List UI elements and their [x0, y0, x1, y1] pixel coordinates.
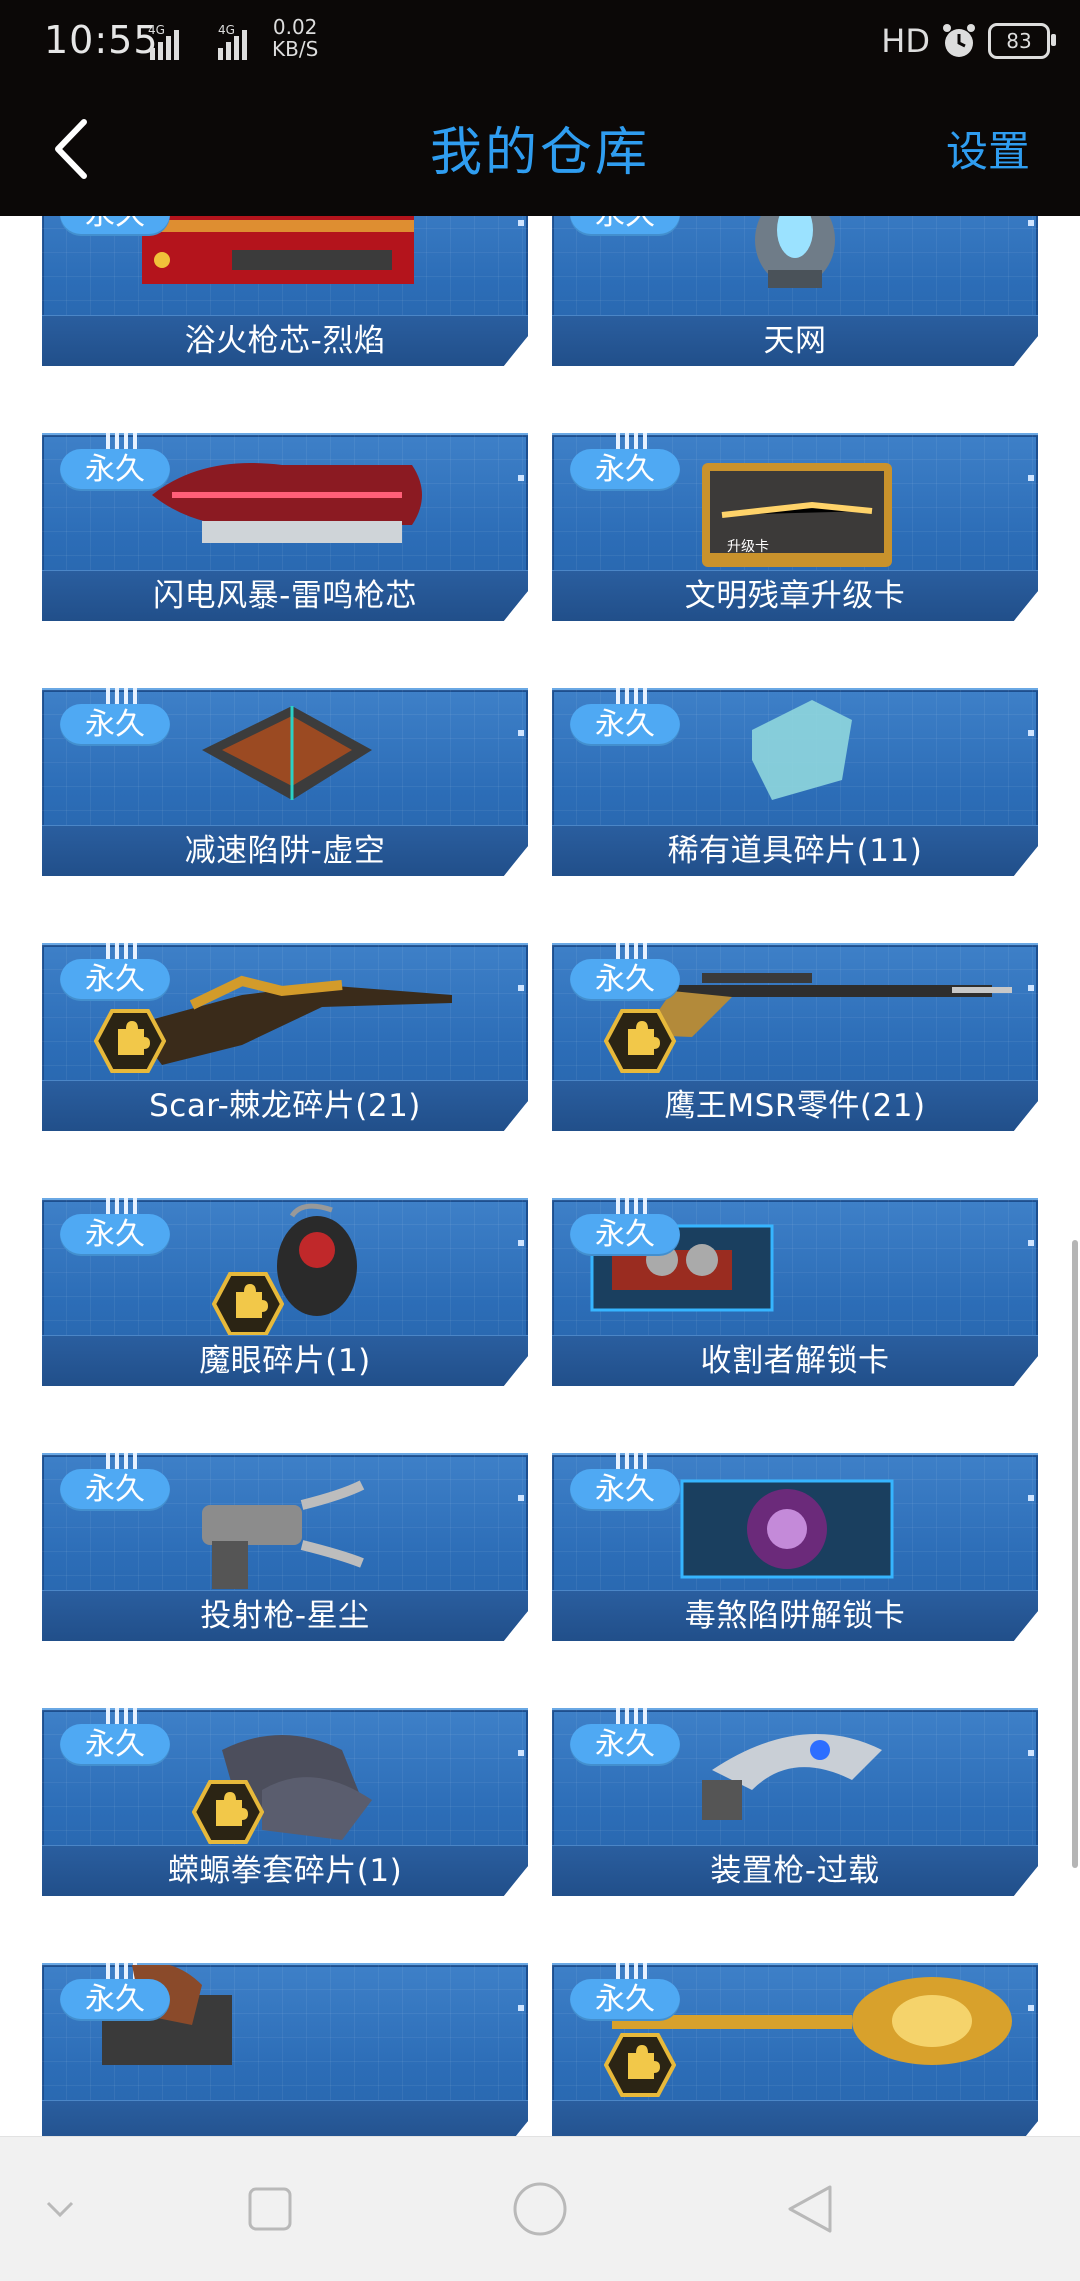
item-label-bar: 浴火枪芯-烈焰: [42, 315, 528, 366]
item-card[interactable]: 永久鹰王MSR零件(21): [552, 943, 1038, 1131]
network-speed: 0.02 KB/S: [272, 15, 319, 61]
item-name: 文明残章升级卡: [684, 578, 906, 614]
triangle-back-icon: [788, 2185, 832, 2233]
permanent-badge: 永久: [60, 1724, 170, 1766]
item-name: 稀有道具碎片(11): [667, 833, 923, 869]
item-name: 投射枪-星尘: [200, 1598, 370, 1634]
item-name: 闪电风暴-雷鸣枪芯: [153, 578, 417, 614]
item-label-bar: 毒煞陷阱解锁卡: [552, 1590, 1038, 1641]
item-label-bar: [42, 2100, 528, 2136]
permanent-badge: 永久: [60, 959, 170, 1001]
item-card[interactable]: 永久稀有道具碎片(11): [552, 688, 1038, 876]
permanent-badge: 永久: [60, 449, 170, 491]
system-nav-bar: [0, 2136, 1080, 2281]
permanent-badge: 永久: [60, 1214, 170, 1256]
battery-icon: 83: [988, 23, 1056, 59]
permanent-badge: 永久: [570, 704, 680, 746]
chevron-down-icon: [46, 2201, 74, 2218]
item-card[interactable]: 永久: [552, 1963, 1038, 2136]
item-name: 天网: [763, 323, 827, 359]
item-card[interactable]: 永久蝾螈拳套碎片(1): [42, 1708, 528, 1896]
item-label-bar: 天网: [552, 315, 1038, 366]
item-label-bar: [552, 2100, 1038, 2136]
item-card[interactable]: 永久: [42, 1963, 528, 2136]
nav-home-button[interactable]: [504, 2173, 576, 2245]
status-bar: 10:55 4G 4G 0.02 KB/S HD 83: [0, 0, 1080, 82]
app-header: 我的仓库 设置: [0, 82, 1080, 216]
permanent-badge: 永久: [570, 1214, 680, 1256]
page-title: 我的仓库: [429, 123, 650, 183]
item-card[interactable]: 永久装置枪-过载: [552, 1708, 1038, 1896]
signal-icon: 4G: [148, 23, 179, 60]
item-label-bar: 蝾螈拳套碎片(1): [42, 1845, 528, 1896]
puzzle-piece-icon: [604, 2033, 676, 2097]
item-label-bar: 魔眼碎片(1): [42, 1335, 528, 1386]
puzzle-piece-icon: [604, 1009, 676, 1073]
status-right: HD 83: [881, 16, 1056, 66]
svg-text:4G: 4G: [148, 23, 165, 37]
svg-text:升级卡: 升级卡: [727, 539, 769, 555]
permanent-badge: 永久: [60, 216, 170, 236]
item-name: 减速陷阱-虚空: [184, 833, 386, 869]
item-card[interactable]: 永久毒煞陷阱解锁卡: [552, 1453, 1038, 1641]
circle-icon: [513, 2182, 567, 2236]
item-label-bar: 鹰王MSR零件(21): [552, 1080, 1038, 1131]
item-name: 蝾螈拳套碎片(1): [167, 1853, 403, 1889]
nav-back-button[interactable]: [774, 2173, 846, 2245]
status-time: 10:55: [44, 18, 159, 62]
item-card[interactable]: 永久闪电风暴-雷鸣枪芯: [42, 433, 528, 621]
item-label-bar: 减速陷阱-虚空: [42, 825, 528, 876]
permanent-badge: 永久: [570, 959, 680, 1001]
item-card[interactable]: 永久 Scar-棘龙碎片(21): [42, 943, 528, 1131]
item-label-bar: Scar-棘龙碎片(21): [42, 1080, 528, 1131]
item-name: 鹰王MSR零件(21): [664, 1088, 926, 1124]
alarm-icon: [943, 24, 975, 57]
settings-button[interactable]: 设置: [946, 118, 1030, 179]
permanent-badge: 永久: [60, 704, 170, 746]
permanent-badge: 永久: [570, 1469, 680, 1511]
item-label-bar: 闪电风暴-雷鸣枪芯: [42, 570, 528, 621]
permanent-badge: 永久: [60, 1469, 170, 1511]
permanent-badge: 永久: [60, 1979, 170, 2021]
item-card[interactable]: 升级卡 永久文明残章升级卡: [552, 433, 1038, 621]
item-name: 装置枪-过载: [710, 1853, 880, 1889]
item-label-bar: 投射枪-星尘: [42, 1590, 528, 1641]
item-name: 毒煞陷阱解锁卡: [684, 1598, 906, 1634]
item-name: 收割者解锁卡: [700, 1343, 890, 1379]
svg-text:4G: 4G: [218, 23, 235, 37]
puzzle-piece-icon: [212, 1272, 284, 1336]
warehouse-content[interactable]: 永久浴火枪芯-烈焰永久天网永久闪电风暴-雷鸣枪芯升级卡永久文明残章升级卡永久减速…: [0, 216, 1080, 2136]
item-label-bar: 文明残章升级卡: [552, 570, 1038, 621]
square-icon: [248, 2187, 292, 2231]
item-card[interactable]: 永久投射枪-星尘: [42, 1453, 528, 1641]
item-card[interactable]: 永久减速陷阱-虚空: [42, 688, 528, 876]
item-name: Scar-棘龙碎片(21): [149, 1088, 421, 1124]
item-label-bar: 装置枪-过载: [552, 1845, 1038, 1896]
hd-indicator: HD: [881, 22, 930, 60]
permanent-badge: 永久: [570, 1979, 680, 2021]
item-name: 魔眼碎片(1): [199, 1343, 371, 1379]
item-card[interactable]: 永久天网: [552, 216, 1038, 366]
puzzle-piece-icon: [94, 1009, 166, 1073]
permanent-badge: 永久: [570, 216, 680, 236]
item-card[interactable]: 永久收割者解锁卡: [552, 1198, 1038, 1386]
signal-2-icon: 4G: [218, 23, 247, 60]
item-card[interactable]: 永久浴火枪芯-烈焰: [42, 216, 528, 366]
permanent-badge: 永久: [570, 1724, 680, 1766]
item-name: 浴火枪芯-烈焰: [184, 323, 386, 359]
item-label-bar: 稀有道具碎片(11): [552, 825, 1038, 876]
item-label-bar: 收割者解锁卡: [552, 1335, 1038, 1386]
item-card[interactable]: 永久魔眼碎片(1): [42, 1198, 528, 1386]
permanent-badge: 永久: [570, 449, 680, 491]
scrollbar[interactable]: [1072, 1240, 1078, 1868]
nav-square-button[interactable]: [234, 2173, 306, 2245]
nav-recent-button[interactable]: [24, 2173, 96, 2245]
puzzle-piece-icon: [192, 1780, 264, 1844]
